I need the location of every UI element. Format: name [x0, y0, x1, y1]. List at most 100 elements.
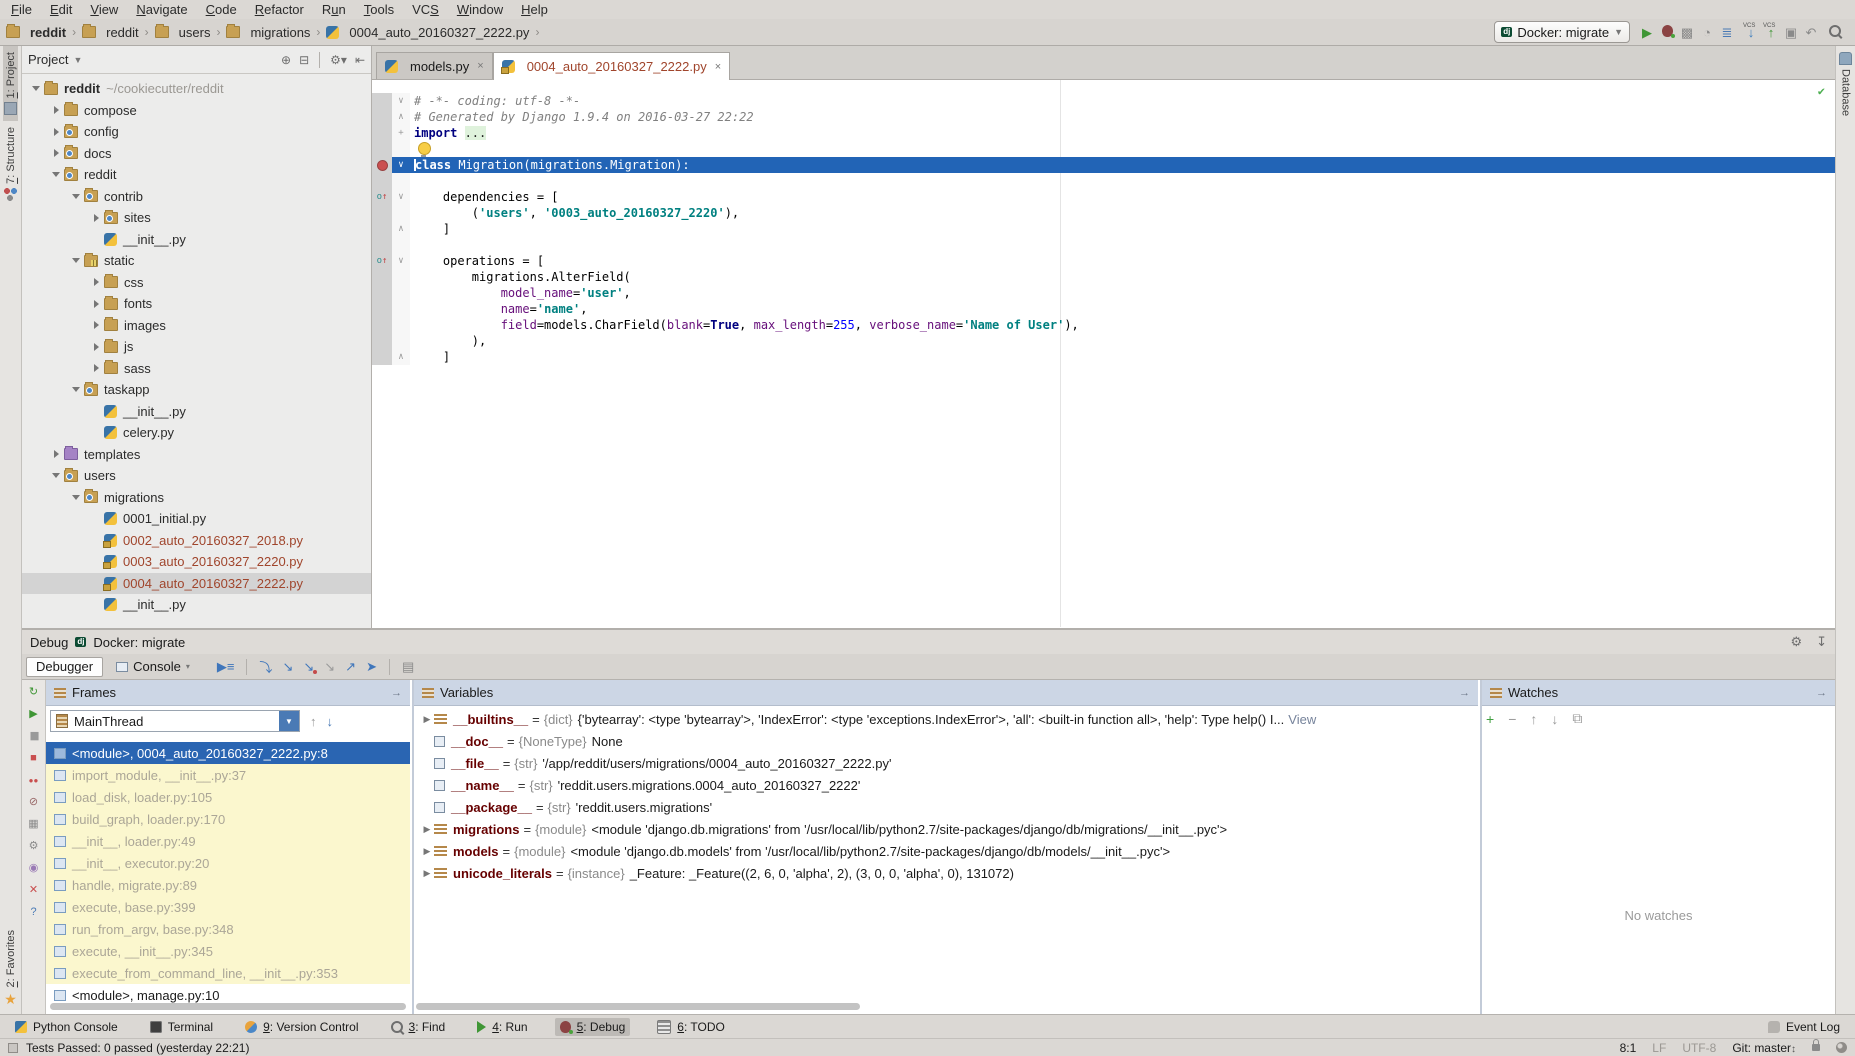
menu-code[interactable]: Code — [197, 2, 246, 17]
profiler-icon[interactable]: ◔ — [1697, 23, 1717, 43]
fold-marker[interactable]: ∨ — [392, 93, 410, 109]
tree-row[interactable]: 0004_auto_20160327_2222.py — [22, 573, 371, 595]
search-icon[interactable] — [1825, 21, 1845, 41]
editor-tab[interactable]: models.py× — [376, 52, 493, 79]
pause-icon[interactable]: ▮▮ — [29, 730, 37, 743]
breadcrumb-item[interactable]: migrations — [226, 25, 310, 40]
frame-row[interactable]: import_module, __init__.py:37 — [46, 764, 410, 786]
collapse-arrow-icon[interactable] — [48, 172, 64, 177]
step-over-icon[interactable]: ⤵ — [259, 657, 272, 676]
debug-icon[interactable] — [1657, 21, 1677, 41]
frame-row[interactable]: __init__, loader.py:49 — [46, 830, 410, 852]
menu-navigate[interactable]: Navigate — [127, 2, 196, 17]
override-marker-icon[interactable]: o↑ — [377, 189, 388, 205]
restore-layout-icon[interactable]: ▦ — [28, 818, 38, 831]
variable-row[interactable]: __file__={str}'/app/reddit/users/migrati… — [414, 752, 1478, 774]
code-line[interactable]: field=models.CharField(blank=True, max_l… — [372, 317, 1835, 333]
tree-row[interactable]: static — [22, 250, 371, 272]
menu-edit[interactable]: Edit — [41, 2, 81, 17]
tree-row[interactable]: images — [22, 315, 371, 337]
frame-row[interactable]: execute_from_command_line, __init__.py:3… — [46, 962, 410, 984]
code-editor[interactable]: ∨# -*- coding: utf-8 -*-∧# Generated by … — [372, 80, 1835, 627]
readonly-lock-icon[interactable] — [1812, 1044, 1820, 1051]
tree-row[interactable]: css — [22, 272, 371, 294]
expand-arrow-icon[interactable] — [88, 321, 104, 329]
tree-row[interactable]: celery.py — [22, 422, 371, 444]
hector-inspector-icon[interactable] — [1836, 1042, 1847, 1053]
menu-help[interactable]: Help — [512, 2, 557, 17]
frame-row[interactable]: load_disk, loader.py:105 — [46, 786, 410, 808]
code-line[interactable]: ∧ ] — [372, 221, 1835, 237]
dock-icon[interactable]: → — [391, 687, 402, 699]
fold-marker[interactable]: ∨ — [392, 157, 410, 173]
rollback-icon[interactable]: ↶ — [1801, 23, 1821, 43]
expand-arrow-icon[interactable] — [88, 364, 104, 372]
tab-debugger[interactable]: Debugger — [26, 657, 103, 677]
tree-row[interactable]: templates — [22, 444, 371, 466]
expand-arrow-icon[interactable] — [48, 106, 64, 114]
vcs-update-icon[interactable]: ↓VCS — [1741, 23, 1761, 43]
collapse-all-icon[interactable]: ⊟ — [299, 53, 309, 67]
remove-watch-icon[interactable]: − — [1508, 711, 1516, 727]
breadcrumb-item[interactable]: users — [155, 25, 211, 40]
next-frame-icon[interactable]: ↓ — [327, 714, 334, 729]
collapse-arrow-icon[interactable] — [48, 473, 64, 478]
code-line[interactable]: ∧ ] — [372, 349, 1835, 365]
breadcrumb-item[interactable]: reddit — [6, 25, 66, 40]
menu-window[interactable]: Window — [448, 2, 512, 17]
expand-arrow-icon[interactable]: ▶ — [420, 868, 434, 879]
move-up-icon[interactable]: ↑ — [1530, 711, 1537, 727]
stripe-item-project[interactable]: 1: Project — [3, 46, 18, 121]
tree-row[interactable]: taskapp — [22, 379, 371, 401]
hide-icon[interactable]: ↧ — [1816, 634, 1827, 650]
view-link[interactable]: View — [1288, 712, 1316, 727]
settings-icon[interactable]: ⚙ — [1790, 634, 1802, 650]
copy-icon[interactable]: ⧉ — [1572, 710, 1582, 727]
evaluate-expression-icon[interactable]: ▤ — [402, 659, 414, 675]
code-line[interactable]: name='name', — [372, 301, 1835, 317]
frame-row[interactable]: execute, __init__.py:345 — [46, 940, 410, 962]
code-line[interactable]: ('users', '0003_auto_20160327_2220'), — [372, 205, 1835, 221]
show-execution-point-icon[interactable]: ▶≡ — [217, 659, 235, 675]
fold-marker[interactable]: + — [392, 125, 410, 141]
fold-marker[interactable]: ∨ — [392, 253, 410, 269]
tree-row[interactable]: 0002_auto_20160327_2018.py — [22, 530, 371, 552]
collapse-arrow-icon[interactable] — [68, 495, 84, 500]
project-view-select[interactable]: Project ▼ — [28, 52, 82, 67]
override-marker-icon[interactable]: o↑ — [377, 253, 388, 269]
tree-row[interactable]: contrib — [22, 186, 371, 208]
close-icon[interactable]: × — [715, 61, 721, 73]
encoding-indicator[interactable]: UTF-8 — [1682, 1041, 1716, 1055]
dock-icon[interactable]: → — [1816, 687, 1827, 699]
tree-row[interactable]: fonts — [22, 293, 371, 315]
code-line[interactable]: migrations.AlterField( — [372, 269, 1835, 285]
tree-row[interactable]: js — [22, 336, 371, 358]
fold-marker[interactable]: ∧ — [392, 349, 410, 365]
code-line[interactable]: ), — [372, 333, 1835, 349]
collapse-arrow-icon[interactable] — [28, 86, 44, 91]
previous-frame-icon[interactable]: ↑ — [310, 714, 317, 729]
breadcrumb-item[interactable]: 0004_auto_20160327_2222.py — [326, 25, 529, 40]
tree-row[interactable]: __init__.py — [22, 229, 371, 251]
tree-row[interactable]: __init__.py — [22, 594, 371, 616]
move-down-icon[interactable]: ↓ — [1551, 711, 1558, 727]
expand-arrow-icon[interactable] — [48, 149, 64, 157]
tree-row[interactable]: __init__.py — [22, 401, 371, 423]
run-task-icon[interactable]: ≣ — [1717, 23, 1737, 43]
tree-row[interactable]: compose — [22, 100, 371, 122]
stop-icon[interactable]: ■ — [30, 752, 37, 765]
code-line[interactable] — [372, 237, 1835, 253]
rerun-icon[interactable]: ↻ — [29, 686, 38, 699]
caret-position[interactable]: 8:1 — [1620, 1041, 1637, 1055]
expand-arrow-icon[interactable] — [88, 278, 104, 286]
toolwindow-button-terminal[interactable]: Terminal — [145, 1018, 218, 1036]
dock-icon[interactable]: → — [1459, 687, 1470, 699]
tree-row[interactable]: reddit — [22, 164, 371, 186]
variable-row[interactable]: ▶__builtins__={dict}{'bytearray': <type … — [414, 708, 1478, 730]
tree-row[interactable]: migrations — [22, 487, 371, 509]
expand-arrow-icon[interactable] — [48, 128, 64, 136]
frame-row[interactable]: execute, base.py:399 — [46, 896, 410, 918]
code-line[interactable]: o↑∨ dependencies = [ — [372, 189, 1835, 205]
toolwindow-button-event-log[interactable]: Event Log — [1763, 1018, 1845, 1036]
force-step-into-icon[interactable]: ↘ — [324, 659, 335, 675]
